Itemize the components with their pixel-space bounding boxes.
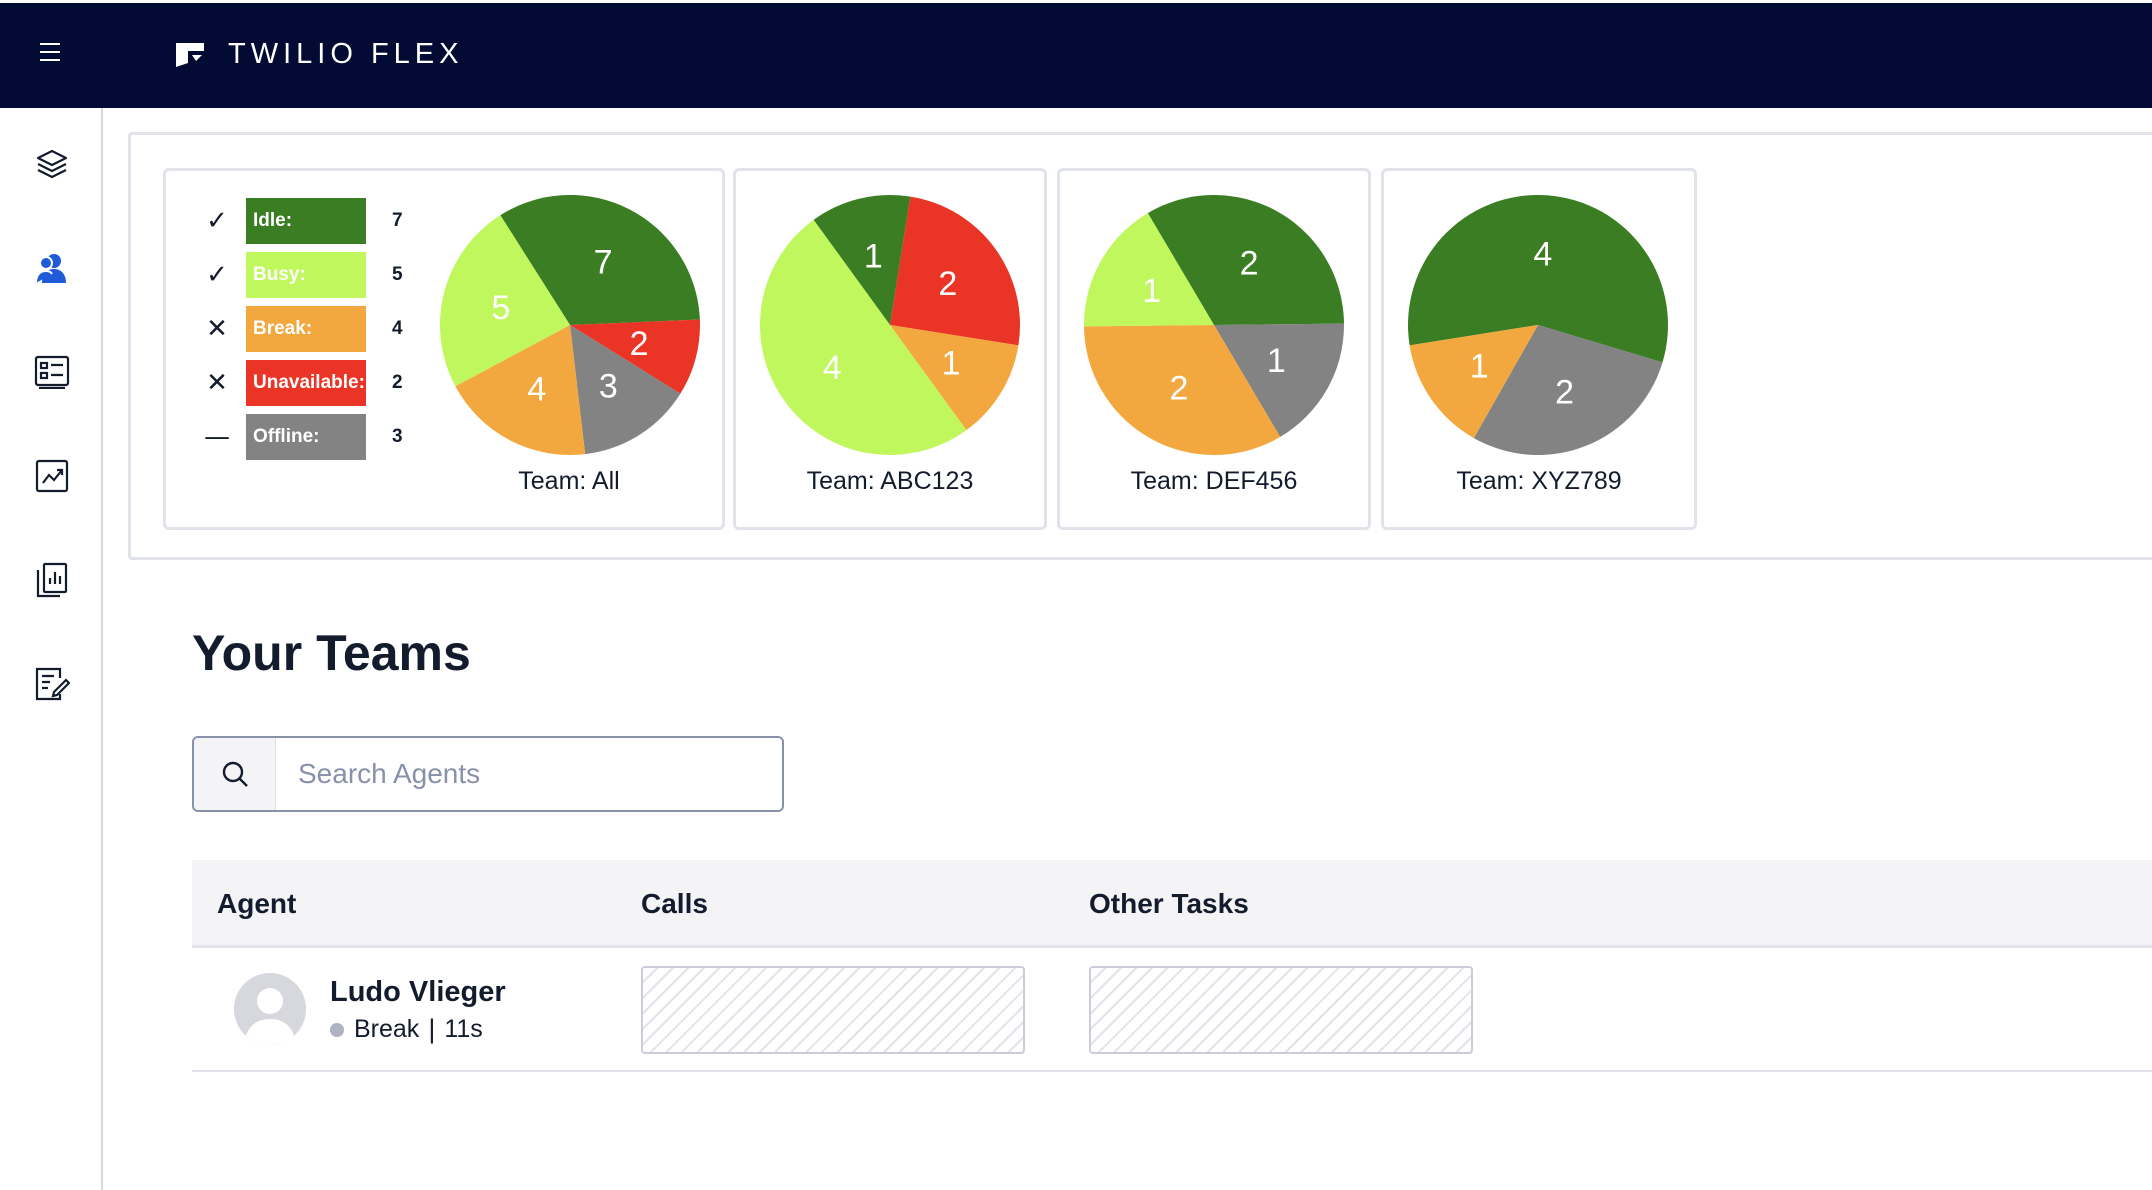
pie-slice-value: 1	[1470, 348, 1489, 386]
search-box	[192, 736, 784, 812]
legend-status-label[interactable]: Break:	[246, 306, 366, 352]
legend-filter-mark[interactable]: ✓	[202, 260, 232, 290]
agents-icon[interactable]	[30, 246, 74, 290]
page-title: Your Teams	[192, 625, 471, 681]
agent-duration: 11s	[444, 1015, 483, 1043]
team-stats-panel: ✓ Idle: 7 ✓ Busy: 5 ✕ Break: 4 ✕ Unavailable: 2 — Off…	[128, 132, 2152, 560]
other-tasks-placeholder	[1089, 966, 1473, 1054]
trend-chart-icon[interactable]	[30, 454, 74, 498]
team-card-all: ✓ Idle: 7 ✓ Busy: 5 ✕ Break: 4 ✕ Unavailable: 2 — Off…	[163, 168, 725, 530]
pie-chart: 4 2 1	[1408, 194, 1668, 455]
legend-filter-mark[interactable]: ✓	[202, 206, 232, 236]
team-label: Team: ABC123	[806, 467, 974, 495]
pie-slice-value: 1	[942, 344, 961, 382]
legend-row[interactable]: ✕ Break: 4	[202, 305, 412, 353]
edit-form-icon[interactable]	[30, 662, 74, 706]
search-input[interactable]	[276, 738, 782, 810]
table-row[interactable]: Ludo Vlieger Break | 11s	[192, 948, 2152, 1072]
pie-chart: 1 2 1 4	[760, 195, 1020, 455]
pie-slice-value: 4	[1533, 236, 1552, 274]
legend-count: 2	[392, 372, 403, 393]
legend-count: 3	[392, 426, 403, 447]
top-navigation-bar: TWILIO FLEX	[0, 3, 2152, 108]
column-header-calls[interactable]: Calls	[641, 888, 708, 920]
pie-team-xyz789: 4 2 1	[1406, 193, 1670, 462]
pie-slice-value: 2	[1169, 369, 1188, 407]
sidebar	[0, 108, 103, 1190]
legend-row[interactable]: ✕ Unavailable: 2	[202, 359, 412, 407]
pie-slice-value: 2	[630, 325, 649, 363]
queue-stats-icon[interactable]	[30, 350, 74, 394]
column-header-agent[interactable]: Agent	[217, 888, 296, 920]
pie-slice-value: 1	[1267, 342, 1286, 380]
pie-team-abc123: 1 2 1 4	[758, 193, 1022, 462]
table-header: Agent Calls Other Tasks	[192, 860, 2152, 948]
agent-name: Ludo Vlieger	[330, 976, 506, 1008]
legend-filter-mark[interactable]: ✕	[202, 314, 232, 344]
agent-status: Break | 11s	[330, 1014, 483, 1045]
twilio-flex-logo-icon	[176, 43, 204, 67]
legend-status-label[interactable]: Idle:	[246, 198, 366, 244]
legend-row[interactable]: ✓ Busy: 5	[202, 251, 412, 299]
legend-row[interactable]: ✓ Idle: 7	[202, 197, 412, 245]
team-label: Team: All	[518, 467, 620, 495]
pie-slice-value: 1	[1142, 272, 1161, 310]
team-card-xyz789: 4 2 1 Team: XYZ789	[1381, 168, 1697, 530]
pie-chart: 7 23 4 5	[440, 195, 700, 455]
pie-slice-value: 2	[938, 265, 957, 303]
legend-status-label[interactable]: Busy:	[246, 252, 366, 298]
pie-slice-value: 7	[594, 244, 613, 282]
menu-icon[interactable]	[40, 43, 64, 67]
agent-activity: Break	[354, 1015, 420, 1043]
pie-chart: 2 1 2 1	[1084, 195, 1344, 455]
app-title: TWILIO FLEX	[228, 37, 464, 70]
pie-slice-value: 4	[527, 370, 546, 408]
team-label: Team: DEF456	[1130, 467, 1298, 495]
brand: TWILIO FLEX	[174, 37, 463, 71]
separator: |	[428, 1014, 436, 1044]
search-icon[interactable]	[194, 738, 276, 810]
legend-count: 4	[392, 318, 403, 339]
legend-count: 5	[392, 264, 403, 285]
pie-slice-value: 2	[1240, 245, 1259, 283]
legend-row[interactable]: — Offline: 3	[202, 413, 412, 461]
legend-filter-mark[interactable]: ✕	[202, 368, 232, 398]
pie-slice-value: 2	[1555, 373, 1574, 411]
pie-slice-value: 5	[491, 289, 510, 327]
legend-filter-mark[interactable]: —	[202, 422, 232, 452]
legend-count: 7	[392, 210, 403, 231]
legend-status-label[interactable]: Offline:	[246, 414, 366, 460]
pie-slice-value: 4	[823, 349, 842, 387]
reports-icon[interactable]	[30, 558, 74, 602]
layers-icon[interactable]	[30, 142, 74, 186]
column-header-other-tasks[interactable]: Other Tasks	[1089, 888, 1249, 920]
team-label: Team: XYZ789	[1456, 467, 1622, 495]
legend-status-label[interactable]: Unavailable:	[246, 360, 366, 406]
status-dot-icon	[330, 1022, 344, 1037]
pie-team-all: 7 23 4 5	[438, 193, 702, 462]
calls-placeholder	[641, 966, 1025, 1054]
pie-team-def456: 2 1 2 1	[1082, 193, 1346, 462]
pie-slice-value: 3	[599, 367, 618, 405]
team-card-abc123: 1 2 1 4 Team: ABC123	[733, 168, 1047, 530]
avatar	[234, 973, 306, 1045]
team-card-def456: 2 1 2 1 Team: DEF456	[1057, 168, 1371, 530]
pie-slice-value: 1	[864, 237, 883, 275]
